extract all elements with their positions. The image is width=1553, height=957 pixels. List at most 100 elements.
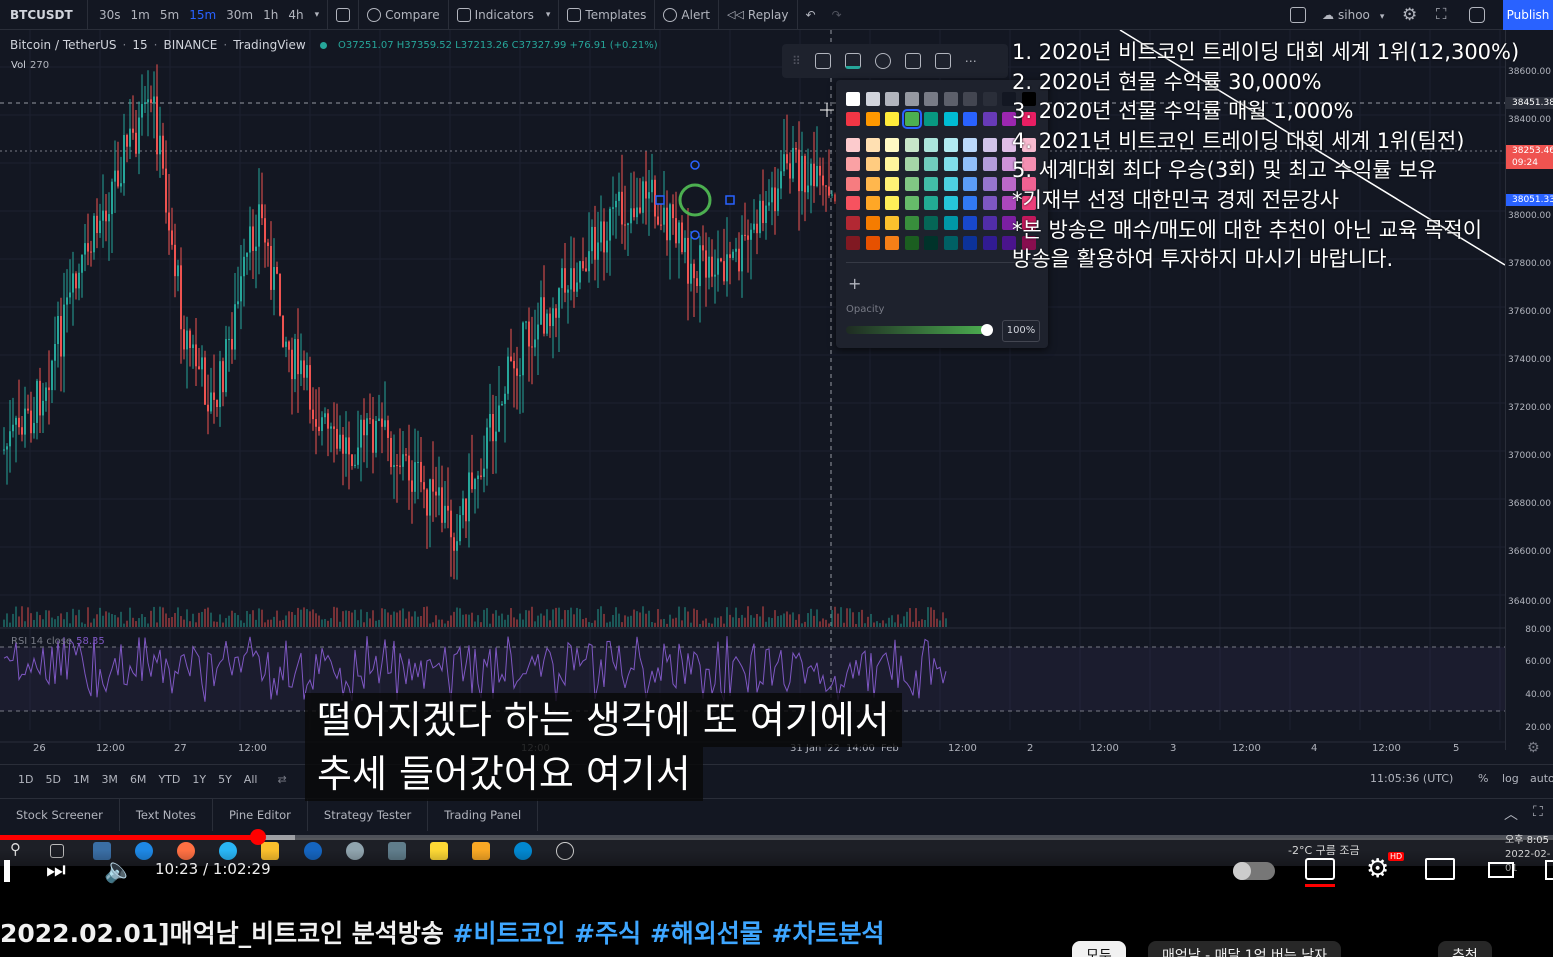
pause-icon[interactable] [4,860,10,882]
color-swatch[interactable] [846,92,860,106]
next-icon[interactable]: ⏭ [46,858,66,883]
range-1y[interactable]: 1Y [186,773,212,786]
interval-1m[interactable]: 1m [126,8,155,22]
chevron-down-icon[interactable]: ▾ [315,10,320,20]
tab-stock-screener[interactable]: Stock Screener [0,798,120,831]
color-swatch[interactable] [924,157,938,171]
color-swatch[interactable] [982,138,997,152]
color-swatch[interactable] [943,92,958,106]
color-swatch[interactable] [963,196,977,210]
color-swatch[interactable] [846,177,860,191]
color-swatch[interactable] [982,216,997,230]
undo-button[interactable]: ↶ [796,0,824,30]
hashtag-link[interactable]: #해외선물 [650,919,763,948]
color-swatch[interactable] [904,216,919,230]
color-swatch[interactable] [924,236,938,250]
color-swatch[interactable] [982,92,997,106]
color-swatch[interactable] [943,157,958,171]
color-swatch[interactable] [885,157,899,171]
chip[interactable]: 추천 [1438,941,1492,957]
utc-clock[interactable]: 11:05:36 (UTC) [1370,772,1453,785]
color-swatch[interactable] [865,236,880,250]
range-5d[interactable]: 5D [39,773,66,786]
volume-icon[interactable]: 🔈 [104,856,134,884]
scrubber-handle[interactable] [249,829,266,845]
interval-1h[interactable]: 1h [258,8,283,22]
color-swatch[interactable] [885,177,899,191]
color-swatch[interactable] [865,216,880,230]
color-swatch[interactable] [846,138,860,152]
maximize-icon[interactable]: ⛶ [1533,804,1543,820]
templates-grid-icon[interactable] [814,53,831,69]
user-menu[interactable]: ☁ sihoo ▾ [1322,8,1384,22]
publish-button[interactable]: Publish [1503,0,1553,30]
layout-icon[interactable] [1290,7,1306,23]
color-swatch[interactable] [901,109,922,129]
range-5y[interactable]: 5Y [212,773,238,786]
templates-button[interactable]: Templates [558,0,654,30]
autoplay-toggle[interactable] [1233,862,1275,880]
hashtag-link[interactable]: #주식 [574,919,641,948]
opacity-slider[interactable] [846,326,988,334]
color-swatch[interactable] [885,92,899,106]
replay-button[interactable]: ◁◁ Replay [718,0,797,30]
color-swatch[interactable] [963,138,977,152]
color-swatch[interactable] [885,216,899,230]
color-swatch[interactable] [963,216,977,230]
color-swatch[interactable] [904,157,919,171]
chart-type-button[interactable] [327,0,358,30]
compare-button[interactable]: Compare [358,0,447,30]
color-swatch[interactable] [865,196,880,210]
redo-icon[interactable]: ↷ [824,8,850,22]
chip[interactable]: 모두 [1072,941,1126,957]
color-swatch[interactable] [904,138,919,152]
color-swatch[interactable] [924,196,938,210]
color-swatch[interactable] [924,138,938,152]
color-swatch[interactable] [904,92,919,106]
color-swatch[interactable] [982,196,997,210]
log-toggle[interactable]: log [1502,772,1519,785]
color-swatch[interactable] [982,236,997,250]
lock-icon[interactable] [904,53,921,69]
range-ytd[interactable]: YTD [152,773,186,786]
hashtag-link[interactable]: #차트분석 [772,919,885,948]
tab-strategy-tester[interactable]: Strategy Tester [308,798,429,831]
color-swatch[interactable] [885,236,899,250]
interval-30s[interactable]: 30s [94,8,126,22]
color-swatch[interactable] [963,112,977,126]
range-all[interactable]: All [238,773,264,786]
range-6m[interactable]: 6M [124,773,153,786]
color-swatch[interactable] [846,196,860,210]
color-brush-icon[interactable] [844,53,861,69]
color-swatch[interactable] [885,112,899,126]
trash-icon[interactable] [934,53,951,69]
range-3m[interactable]: 3M [95,773,124,786]
camera-icon[interactable] [1469,7,1485,23]
goto-date-icon[interactable]: ⇄ [277,773,286,786]
tab-trading-panel[interactable]: Trading Panel [428,798,539,831]
range-1d[interactable]: 1D [12,773,39,786]
color-swatch[interactable] [846,236,860,250]
gear-icon[interactable]: ⚙ [1402,5,1417,25]
opacity-slider-thumb[interactable] [981,324,993,336]
color-swatch[interactable] [865,92,880,106]
miniplayer-icon[interactable] [1425,858,1455,880]
interval-4h[interactable]: 4h [283,8,308,22]
indicators-button[interactable]: Indicators ▾ [447,0,559,30]
opacity-input[interactable]: 100% [1002,320,1040,342]
range-1m[interactable]: 1M [67,773,96,786]
drag-handle-icon[interactable]: ⠿ [792,54,801,68]
interval-5m[interactable]: 5m [155,8,184,22]
color-swatch[interactable] [982,177,997,191]
add-custom-color-button[interactable]: + [848,274,861,293]
color-swatch[interactable] [924,216,938,230]
color-swatch[interactable] [982,112,997,126]
color-swatch[interactable] [963,157,977,171]
theater-mode-icon[interactable] [1488,862,1514,878]
percent-toggle[interactable]: % [1478,772,1488,785]
chip[interactable]: 매억남 - 매달 1억 버는 남자 [1148,941,1342,957]
color-swatch[interactable] [885,196,899,210]
tab-pine-editor[interactable]: Pine Editor [213,798,308,831]
color-swatch[interactable] [963,236,977,250]
color-swatch[interactable] [924,177,938,191]
